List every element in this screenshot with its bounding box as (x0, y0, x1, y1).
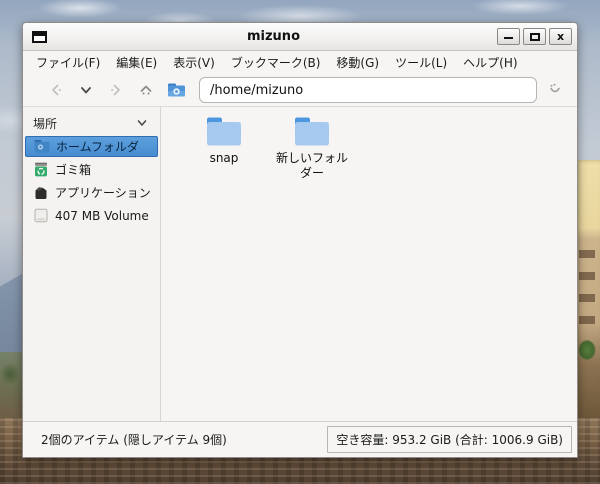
folder-icon (205, 115, 243, 148)
chevron-down-icon (79, 83, 93, 97)
toolbar (23, 74, 577, 107)
close-button[interactable]: x (549, 28, 572, 45)
file-item-snap[interactable]: snap (183, 115, 265, 166)
go-jump-button[interactable] (541, 77, 569, 103)
file-item-new-folder[interactable]: 新しいフォルダー (271, 115, 353, 181)
titlebar[interactable]: mizuno x (23, 23, 577, 51)
window-menu-button[interactable] (28, 27, 50, 47)
statusbar: 2個のアイテム (隠しアイテム 9個) 空き容量: 953.2 GiB (合計:… (23, 421, 577, 457)
window-icon (31, 30, 47, 43)
menu-view[interactable]: 表示(V) (166, 51, 222, 74)
home-folder-icon (167, 82, 186, 98)
sidebar-item-label: 407 MB Volume (55, 208, 149, 223)
folder-icon (293, 115, 331, 148)
sidebar-item-trash[interactable]: ゴミ箱 (25, 159, 158, 180)
wallpaper-building (575, 160, 600, 422)
menu-tools[interactable]: ツール(L) (388, 51, 454, 74)
applications-icon (33, 185, 49, 200)
volume-drive-icon (33, 208, 49, 223)
maximize-icon (529, 32, 540, 41)
chevron-up-icon (138, 82, 154, 98)
places-header[interactable]: 場所 (23, 111, 160, 135)
trash-icon (33, 162, 49, 177)
jump-to-icon (547, 82, 563, 98)
path-input[interactable] (199, 77, 537, 103)
menu-file[interactable]: ファイル(F) (29, 51, 107, 74)
back-button[interactable] (43, 77, 69, 103)
file-view[interactable]: snap 新しいフォルダー (161, 107, 577, 421)
menu-help[interactable]: ヘルプ(H) (456, 51, 524, 74)
minimize-icon (504, 31, 513, 39)
free-space-text: 空き容量: 953.2 GiB (合計: 1006.9 GiB) (327, 426, 572, 453)
forward-button[interactable] (103, 77, 129, 103)
chevron-double-left-icon (48, 82, 64, 98)
sidebar-item-home-folder[interactable]: ホームフォルダ (25, 136, 158, 157)
menubar: ファイル(F) 編集(E) 表示(V) ブックマーク(B) 移動(G) ツール(… (23, 51, 577, 74)
chevron-double-right-icon (108, 82, 124, 98)
wallpaper-palm-tree (576, 338, 598, 378)
file-name: 新しいフォルダー (275, 151, 348, 180)
menu-bookmarks[interactable]: ブックマーク(B) (224, 51, 328, 74)
menu-go[interactable]: 移動(G) (329, 51, 386, 74)
item-count-text: 2個のアイテム (隠しアイテム 9個) (41, 433, 227, 447)
content-area: 場所 ホームフォルダ ゴミ箱 アプリケーション 407 MB Volume sn… (23, 107, 577, 421)
file-manager-window: mizuno x ファイル(F) 編集(E) 表示(V) ブックマーク(B) 移… (22, 22, 578, 458)
sidebar-item-applications[interactable]: アプリケーション (25, 182, 158, 203)
window-title: mizuno (246, 29, 300, 44)
sidebar-item-label: ゴミ箱 (55, 163, 92, 177)
places-sidebar: 場所 ホームフォルダ ゴミ箱 アプリケーション 407 MB Volume (23, 107, 161, 421)
home-button[interactable] (163, 77, 189, 103)
file-name: snap (209, 151, 239, 165)
history-dropdown-button[interactable] (73, 77, 99, 103)
sidebar-item-label: ホームフォルダ (56, 140, 139, 154)
minimize-button[interactable] (497, 28, 520, 45)
collapse-chevron-down-icon (136, 117, 148, 129)
up-button[interactable] (133, 77, 159, 103)
home-folder-icon (34, 139, 50, 154)
sidebar-item-volume[interactable]: 407 MB Volume (25, 205, 158, 226)
sidebar-item-label: アプリケーション (55, 186, 151, 200)
maximize-button[interactable] (523, 28, 546, 45)
places-header-label: 場所 (33, 116, 58, 131)
close-icon: x (556, 30, 565, 43)
menu-edit[interactable]: 編集(E) (109, 51, 164, 74)
